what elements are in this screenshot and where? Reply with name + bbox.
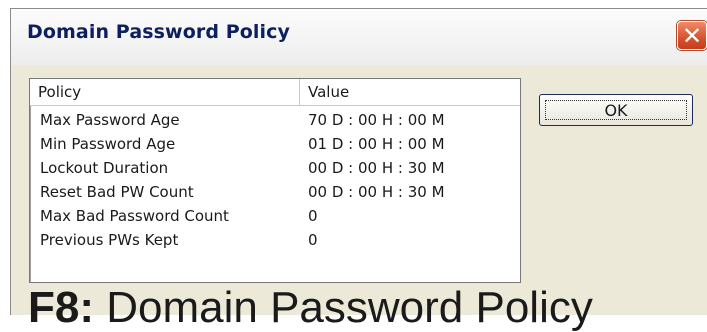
policy-name: Reset Bad PW Count	[40, 183, 194, 201]
policy-name: Max Bad Password Count	[40, 207, 229, 225]
policy-value: 00 D : 00 H : 30 M	[308, 183, 445, 201]
title-bar[interactable]: Domain Password Policy ✕	[11, 9, 707, 65]
policy-value: 0	[308, 207, 318, 225]
figure-caption: F8: Domain Password Policy	[28, 286, 593, 330]
column-header-policy[interactable]: Policy	[38, 79, 81, 105]
figure-number: F8:	[28, 283, 94, 332]
figure-caption-text: Domain Password Policy	[94, 283, 593, 332]
policy-value: 00 D : 00 H : 30 M	[308, 159, 445, 177]
policy-name: Min Password Age	[40, 135, 176, 153]
policy-name: Previous PWs Kept	[40, 231, 179, 249]
policy-list[interactable]: Policy Value Max Password Age 70 D : 00 …	[29, 78, 521, 283]
list-row[interactable]: Min Password Age 01 D : 00 H : 00 M	[30, 133, 520, 157]
domain-password-policy-dialog: Domain Password Policy ✕ Policy Value Ma…	[10, 8, 707, 315]
policy-name: Max Password Age	[40, 111, 180, 129]
column-header-value[interactable]: Value	[299, 79, 520, 105]
list-row[interactable]: Previous PWs Kept 0	[30, 229, 520, 253]
policy-value: 0	[308, 231, 318, 249]
list-row[interactable]: Max Password Age 70 D : 00 H : 00 M	[30, 109, 520, 133]
focus-rectangle	[545, 100, 687, 120]
ok-button[interactable]: OK	[539, 94, 693, 126]
list-row[interactable]: Reset Bad PW Count 00 D : 00 H : 30 M	[30, 181, 520, 205]
policy-name: Lockout Duration	[40, 159, 169, 177]
list-row[interactable]: Lockout Duration 00 D : 00 H : 30 M	[30, 157, 520, 181]
list-header: Policy Value	[30, 79, 520, 106]
list-row[interactable]: Max Bad Password Count 0	[30, 205, 520, 229]
policy-value: 01 D : 00 H : 00 M	[308, 135, 445, 153]
close-icon: ✕	[681, 21, 703, 50]
policy-value: 70 D : 00 H : 00 M	[308, 111, 445, 129]
dialog-title: Domain Password Policy	[27, 21, 290, 43]
close-button[interactable]: ✕	[677, 21, 707, 50]
